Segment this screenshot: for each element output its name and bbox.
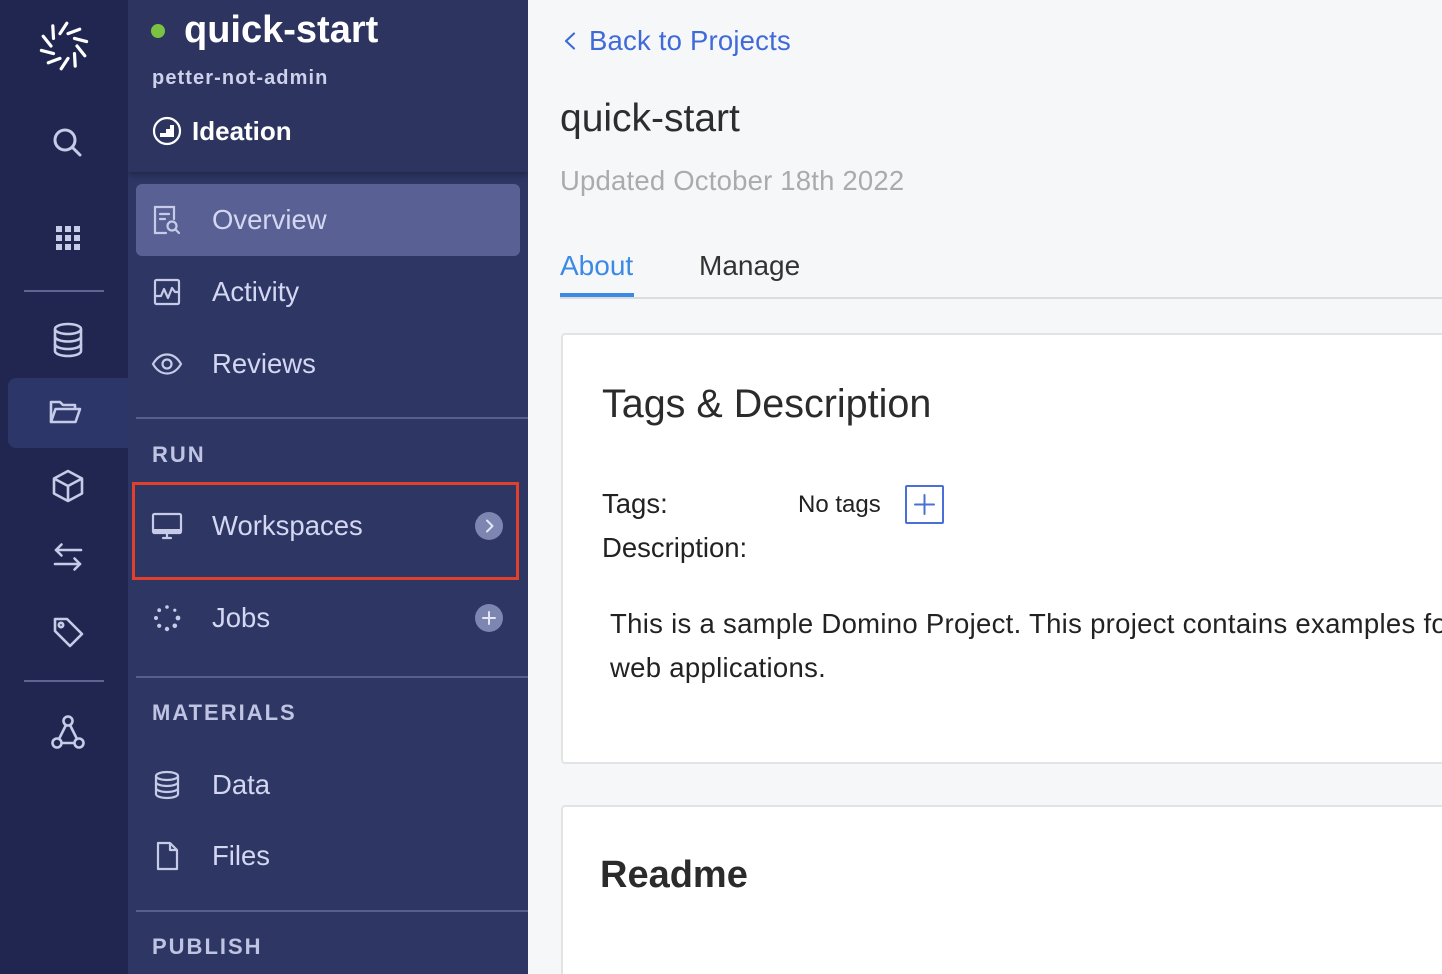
tab-about[interactable]: About: [560, 250, 633, 282]
transfer-arrows-icon[interactable]: [48, 537, 88, 577]
plus-icon: [914, 494, 935, 515]
sidebar-divider: [136, 910, 528, 912]
description-text-line: web applications.: [610, 652, 827, 683]
database-icon: [151, 769, 183, 801]
database-icon[interactable]: [48, 320, 88, 360]
folder-open-icon: [45, 392, 85, 432]
nav-item-label: Overview: [212, 204, 327, 235]
eye-icon: [151, 348, 183, 380]
project-stage-label: Ideation: [192, 116, 292, 146]
nav-item-label: Activity: [212, 276, 300, 307]
back-to-projects-link[interactable]: Back to Projects: [563, 25, 791, 57]
highlight-annotation-box: [132, 482, 519, 580]
network-icon[interactable]: [48, 713, 88, 753]
tab-label: About: [560, 250, 634, 281]
file-icon: [151, 840, 183, 872]
domino-logo-icon[interactable]: [36, 18, 92, 74]
tab-label: Manage: [699, 250, 801, 281]
stage-chart-icon: [152, 116, 182, 146]
description-label: Description:: [602, 532, 748, 563]
rail-divider: [24, 290, 104, 292]
section-title-publish: PUBLISH: [152, 934, 263, 959]
nav-item-reviews[interactable]: Reviews: [136, 328, 520, 400]
main-content: Back to Projects quick-start Updated Oct…: [528, 0, 1442, 974]
chevron-left-icon: [563, 31, 577, 51]
nav-item-label: Reviews: [212, 348, 316, 379]
section-title-materials: MATERIALS: [152, 700, 297, 725]
search-icon[interactable]: [48, 123, 88, 163]
sidebar-divider: [136, 417, 528, 419]
description-text-line: This is a sample Domino Project. This pr…: [610, 608, 1442, 639]
card-heading: Tags & Description: [602, 382, 932, 426]
cube-icon[interactable]: [48, 466, 88, 506]
updated-date: Updated October 18th 2022: [560, 165, 905, 196]
project-name[interactable]: quick-start: [184, 8, 378, 52]
nav-item-jobs[interactable]: Jobs: [136, 582, 520, 654]
add-tag-button[interactable]: [905, 485, 944, 524]
nav-item-label: Data: [212, 769, 271, 800]
page-title: quick-start: [560, 97, 740, 140]
back-link-label: Back to Projects: [589, 25, 791, 56]
jobs-spinner-icon: [151, 602, 183, 634]
readme-heading: Readme: [600, 854, 748, 896]
readme-card: Readme: [561, 805, 1442, 974]
activity-icon: [151, 276, 183, 308]
tags-value: No tags: [798, 491, 881, 518]
overview-icon: [151, 204, 183, 236]
sidebar-divider: [136, 676, 528, 678]
nav-item-data[interactable]: Data: [136, 749, 520, 821]
plus-icon[interactable]: [475, 604, 503, 632]
project-owner[interactable]: petter-not-admin: [152, 66, 328, 90]
nav-item-overview[interactable]: Overview: [136, 184, 520, 256]
nav-item-label: Files: [212, 840, 271, 871]
nav-item-files[interactable]: Files: [136, 820, 520, 892]
nav-item-label: Jobs: [212, 602, 271, 633]
tab-bar-divider: [560, 297, 1442, 299]
project-status-dot: [151, 24, 165, 38]
tab-manage[interactable]: Manage: [699, 250, 800, 282]
section-title-run: RUN: [152, 442, 206, 467]
apps-grid-icon[interactable]: [48, 218, 88, 258]
project-header: quick-start petter-not-admin Ideation: [128, 0, 528, 172]
tags-label: Tags:: [602, 488, 668, 519]
project-sidebar: quick-start petter-not-admin Ideation Ov…: [128, 0, 528, 974]
global-nav-rail: [0, 0, 128, 974]
tags-description-card: Tags & Description Tags: No tags Descrip…: [561, 333, 1442, 764]
tag-icon[interactable]: [48, 612, 88, 652]
rail-divider: [24, 680, 104, 682]
project-stage[interactable]: Ideation: [152, 116, 292, 146]
rail-item-projects[interactable]: [8, 378, 128, 448]
nav-item-activity[interactable]: Activity: [136, 256, 520, 328]
